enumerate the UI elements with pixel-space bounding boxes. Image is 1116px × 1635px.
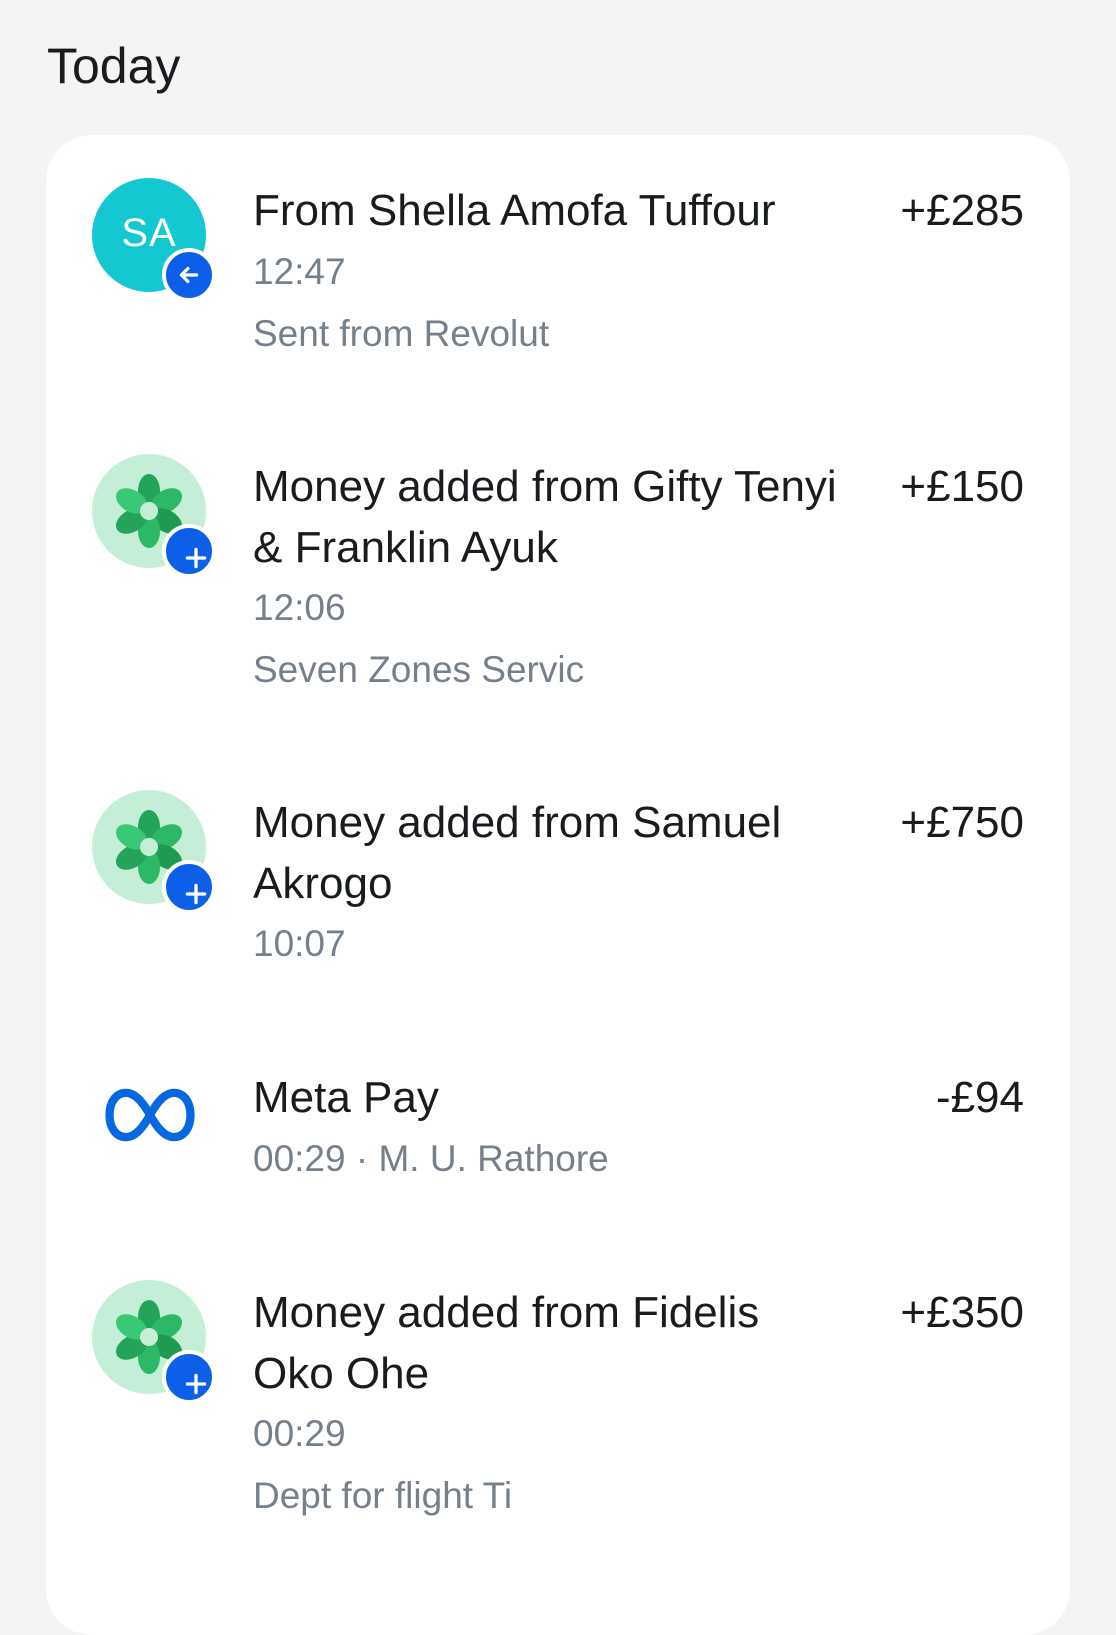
transaction-title: From Shella Amofa Tuffour bbox=[253, 186, 776, 235]
transaction-title: Money added from Fidelis Oko Ohe bbox=[253, 1288, 760, 1398]
transaction-time: 10:07 bbox=[253, 923, 346, 964]
plus-icon bbox=[185, 547, 207, 569]
transactions-card: SA From Shella Amofa Tuffour +£285 12:47… bbox=[46, 135, 1070, 1635]
transaction-reference: Sent from Revolut bbox=[253, 313, 550, 354]
transfer-badge bbox=[162, 248, 216, 302]
money-added-badge bbox=[162, 524, 216, 578]
avatar-initials: SA bbox=[121, 210, 177, 255]
avatar bbox=[92, 454, 216, 578]
plus-icon bbox=[185, 883, 207, 905]
transaction-title: Money added from Gifty Tenyi & Franklin … bbox=[253, 462, 837, 572]
transaction-amount: +£285 bbox=[900, 186, 1024, 235]
transaction-time: 00:29 bbox=[253, 1413, 346, 1454]
transaction-title: Money added from Samuel Akrogo bbox=[253, 798, 782, 908]
money-added-badge bbox=[162, 860, 216, 914]
avatar bbox=[92, 1280, 216, 1404]
transaction-title: Meta Pay bbox=[253, 1073, 439, 1122]
transaction-reference: Dept for flight Ti bbox=[253, 1475, 513, 1516]
transaction-row[interactable]: SA From Shella Amofa Tuffour +£285 12:47… bbox=[46, 135, 1070, 395]
transaction-row[interactable]: Money added from Gifty Tenyi & Franklin … bbox=[46, 435, 1070, 725]
transaction-reference: Seven Zones Servic bbox=[253, 649, 585, 690]
transaction-amount: +£750 bbox=[900, 798, 1024, 847]
meta-logo-icon bbox=[105, 1088, 195, 1142]
transaction-time: 12:06 bbox=[253, 587, 346, 628]
arrow-left-icon bbox=[179, 266, 199, 284]
transaction-time: 12:47 bbox=[253, 251, 346, 292]
transaction-row[interactable]: Money added from Samuel Akrogo +£750 10:… bbox=[46, 771, 1070, 1001]
transaction-time-merchant: 00:29 · M. U. Rathore bbox=[253, 1138, 609, 1179]
avatar bbox=[92, 790, 216, 914]
plus-icon bbox=[185, 1373, 207, 1395]
transaction-row[interactable]: Meta Pay -£94 00:29 · M. U. Rathore bbox=[46, 1047, 1070, 1217]
money-added-badge bbox=[162, 1350, 216, 1404]
avatar: SA bbox=[92, 178, 216, 302]
transaction-amount: +£350 bbox=[900, 1288, 1024, 1337]
transaction-amount: -£94 bbox=[935, 1073, 1024, 1122]
transaction-amount: +£150 bbox=[900, 462, 1024, 511]
section-title-today: Today bbox=[47, 38, 181, 94]
transaction-row[interactable]: Money added from Fidelis Oko Ohe +£350 0… bbox=[46, 1261, 1070, 1551]
